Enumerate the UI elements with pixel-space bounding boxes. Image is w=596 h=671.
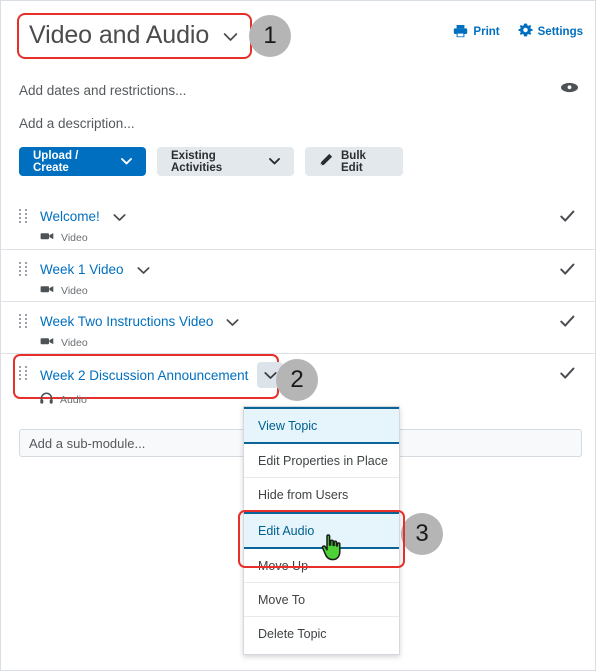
settings-button[interactable]: Settings xyxy=(518,23,583,41)
menu-item-move-up[interactable]: Move Up xyxy=(244,549,399,583)
chevron-down-icon xyxy=(121,156,132,168)
chevron-down-icon xyxy=(269,156,280,168)
printer-icon xyxy=(453,24,468,41)
menu-item-delete-topic[interactable]: Delete Topic xyxy=(244,617,399,651)
existing-activities-label: Existing Activities xyxy=(171,149,223,174)
settings-label: Settings xyxy=(537,26,583,38)
chevron-down-icon[interactable] xyxy=(226,314,239,332)
checkmark-icon[interactable] xyxy=(560,263,575,281)
chevron-down-icon[interactable] xyxy=(113,209,126,227)
topic-title-link[interactable]: Week 2 Discussion Announcement xyxy=(40,368,248,383)
drag-handle-icon[interactable] xyxy=(19,314,29,328)
existing-activities-button[interactable]: Existing Activities xyxy=(157,147,294,176)
checkmark-icon[interactable] xyxy=(560,210,575,228)
video-camera-icon xyxy=(40,284,54,297)
annotation-badge-2: 2 xyxy=(276,359,318,401)
topic-title-link[interactable]: Week 1 Video xyxy=(40,262,124,277)
checkmark-icon[interactable] xyxy=(560,367,575,385)
chevron-down-icon[interactable] xyxy=(137,262,150,280)
header-actions: Print Settings xyxy=(453,23,583,41)
print-label: Print xyxy=(473,26,500,38)
module-title-dropdown[interactable]: Video and Audio xyxy=(17,13,253,59)
table-row[interactable]: Week Two Instructions Video Video xyxy=(1,301,595,353)
menu-item-move-to[interactable]: Move To xyxy=(244,583,399,617)
topic-type-label: Audio xyxy=(60,393,87,406)
topic-context-menu: View Topic Edit Properties in Place Hide… xyxy=(243,406,400,655)
print-button[interactable]: Print xyxy=(453,24,500,41)
topic-type-label: Video xyxy=(61,231,88,244)
content-module-page: Video and Audio Print Settings Add dates… xyxy=(0,0,596,671)
headphones-icon xyxy=(40,392,53,407)
drag-handle-icon[interactable] xyxy=(19,209,29,223)
topic-type-label: Video xyxy=(61,336,88,349)
drag-handle-icon[interactable] xyxy=(19,262,29,276)
add-dates-restrictions[interactable]: Add dates and restrictions... xyxy=(19,83,186,98)
action-toolbar: Upload / Create Existing Activities Bulk… xyxy=(19,147,403,176)
gear-icon xyxy=(518,23,533,41)
annotation-badge-3: 3 xyxy=(401,513,443,555)
topic-title-link[interactable]: Welcome! xyxy=(40,209,100,224)
menu-item-view-topic[interactable]: View Topic xyxy=(244,407,399,444)
topic-type-label: Video xyxy=(61,284,88,297)
bulk-edit-label: Bulk Edit xyxy=(341,149,366,174)
checkmark-icon[interactable] xyxy=(560,315,575,333)
add-description[interactable]: Add a description... xyxy=(19,116,135,131)
eye-icon[interactable] xyxy=(560,81,579,99)
upload-create-label: Upload / Create xyxy=(33,149,79,174)
annotation-badge-1: 1 xyxy=(249,15,291,57)
pencil-icon xyxy=(319,153,333,170)
table-row[interactable]: Welcome! Video xyxy=(1,197,595,249)
upload-create-button[interactable]: Upload / Create xyxy=(19,147,146,176)
page-title: Video and Audio xyxy=(29,20,210,49)
bulk-edit-button[interactable]: Bulk Edit xyxy=(305,147,403,176)
drag-handle-icon[interactable] xyxy=(19,366,29,380)
menu-item-hide-from-users[interactable]: Hide from Users xyxy=(244,478,399,512)
table-row[interactable]: Week 1 Video Video xyxy=(1,249,595,301)
page-header: Video and Audio Print Settings xyxy=(1,1,595,71)
menu-item-edit-properties-in-place[interactable]: Edit Properties in Place xyxy=(244,444,399,478)
video-camera-icon xyxy=(40,231,54,244)
topic-title-link[interactable]: Week Two Instructions Video xyxy=(40,314,213,329)
menu-item-edit-audio[interactable]: Edit Audio xyxy=(244,512,399,549)
video-camera-icon xyxy=(40,336,54,349)
chevron-down-icon[interactable] xyxy=(223,29,238,47)
